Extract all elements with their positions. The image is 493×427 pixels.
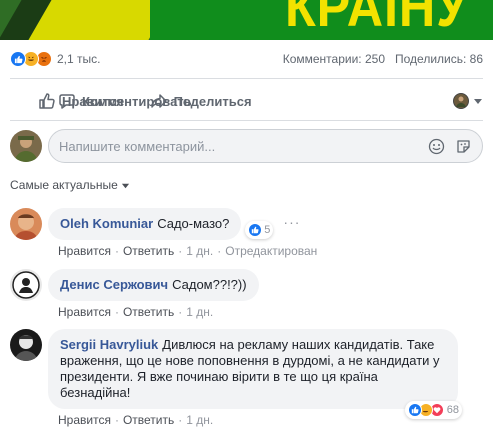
like-icon	[10, 51, 26, 67]
avatar[interactable]	[10, 130, 42, 162]
more-options-icon[interactable]: ···	[283, 214, 300, 230]
comment-icon	[59, 94, 75, 109]
comment-meta: Нравится · Ответить · 1 дн. · Отредактир…	[58, 244, 483, 258]
comment-composer: Напишите комментарий...	[10, 129, 483, 163]
comment-sort-dropdown[interactable]: Самые актуальные	[10, 178, 130, 192]
shares-count[interactable]: Поделились: 86	[395, 52, 483, 66]
comment-reply-link[interactable]: Ответить	[123, 305, 174, 319]
comment-time[interactable]: 1 дн.	[186, 413, 213, 427]
composer-icons	[428, 138, 472, 155]
comment-author[interactable]: Sergii Havryliuk	[60, 337, 158, 352]
comment-reply-link[interactable]: Ответить	[123, 244, 174, 258]
comment-reply-link[interactable]: Ответить	[123, 413, 174, 427]
separator: ·	[178, 413, 183, 427]
comment-text-line: Дивлюся на рекламу наших кандидатів. Так…	[162, 337, 435, 352]
comment-like-link[interactable]: Нравится	[58, 305, 111, 319]
sort-label: Самые актуальные	[10, 178, 118, 192]
post-image-left	[0, 0, 178, 40]
avatar[interactable]	[10, 269, 42, 301]
comment-text: Садо-мазо?	[157, 216, 230, 231]
edited-label[interactable]: Отредактирован	[225, 244, 317, 258]
separator: ·	[217, 244, 222, 258]
comment-bubble: Sergii Havryliuk Дивлюся на рекламу наших…	[48, 329, 462, 419]
comments-count[interactable]: Комментарии: 250	[283, 52, 385, 66]
comment-like-link[interactable]: Нравится	[58, 413, 111, 427]
comment-input-placeholder: Напишите комментарий...	[59, 138, 216, 154]
comment: Денис Сержович Садом??!?)) Нравится · Отв…	[10, 269, 483, 319]
avatar[interactable]	[10, 208, 42, 240]
comment-button-label: Комментировать	[82, 93, 192, 109]
divider	[10, 78, 483, 79]
separator: ·	[114, 244, 119, 258]
comment-meta: Нравится · Ответить · 1 дн.	[58, 305, 483, 319]
sticker-icon[interactable]	[455, 138, 472, 155]
stats-right: Комментарии: 250 Поделились: 86	[283, 52, 483, 66]
comment-input[interactable]: Напишите комментарий...	[48, 129, 483, 163]
reactions-summary[interactable]: 2,1 тыс.	[10, 51, 100, 67]
comment-reaction-count: 5	[264, 224, 271, 236]
like-icon	[407, 403, 422, 417]
comment: Sergii Havryliuk Дивлюся на рекламу наших…	[10, 329, 483, 427]
chevron-down-icon	[121, 183, 129, 188]
thumbs-up-icon	[39, 93, 55, 109]
separator: ·	[114, 413, 119, 427]
like-icon	[248, 223, 263, 237]
post-actions: Нравится Комментировать Поделиться	[0, 83, 493, 119]
separator: ·	[114, 305, 119, 319]
comment-reaction-count: 68	[446, 404, 459, 416]
comment-text: Садом??!?))	[172, 277, 247, 292]
avatar[interactable]	[10, 329, 42, 361]
divider	[10, 120, 483, 121]
separator: ·	[178, 244, 183, 258]
comment-bubble: Денис Сержович Садом??!?))	[48, 269, 259, 301]
comment-time[interactable]: 1 дн.	[186, 244, 213, 258]
comment-bubble: Oleh Komuniar Садо-мазо? 5	[48, 208, 274, 240]
post-stats: 2,1 тыс. Комментарии: 250 Поделились: 86	[0, 40, 493, 78]
comment-text-line: враження, що це нове поповнення в дурдом…	[60, 353, 440, 368]
comment-reactions[interactable]: 5	[245, 221, 274, 239]
post-image[interactable]: КРАЇНУ	[0, 0, 493, 40]
reaction-count[interactable]: 2,1 тыс.	[57, 52, 100, 66]
comment-like-link[interactable]: Нравится	[58, 244, 111, 258]
emoji-icon[interactable]	[428, 138, 445, 155]
comment: Oleh Komuniar Садо-мазо? 5 ··· Нравится ·…	[10, 208, 483, 258]
comment-text-line: президенти. Я вже починаю вірити в те що…	[60, 369, 378, 400]
comment-author[interactable]: Oleh Komuniar	[60, 216, 153, 231]
comment-time[interactable]: 1 дн.	[186, 305, 213, 319]
separator: ·	[178, 305, 183, 319]
comment-button[interactable]: Комментировать	[58, 92, 493, 110]
comment-reactions[interactable]: 68	[404, 401, 462, 419]
comment-author[interactable]: Денис Сержович	[60, 277, 168, 292]
post-image-text: КРАЇНУ	[285, 0, 469, 38]
